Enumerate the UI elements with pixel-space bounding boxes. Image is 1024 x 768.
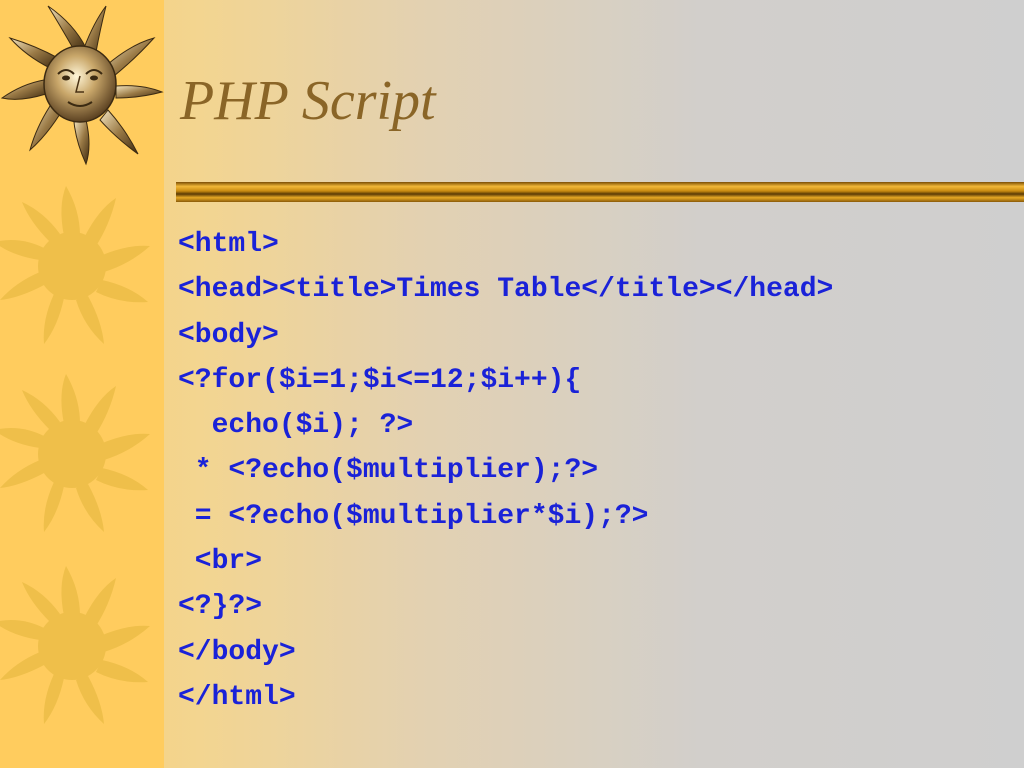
sun-icon xyxy=(0,374,150,532)
code-line: = <?echo($multiplier*$i);?> xyxy=(178,500,649,532)
code-line: <br> xyxy=(178,546,263,578)
code-line: <?for($i=1;$i<=12;$i++){ xyxy=(178,364,582,396)
code-line: </html> xyxy=(178,681,296,713)
code-line: <body> xyxy=(178,319,279,351)
sun-face-icon xyxy=(0,5,164,166)
code-line: <html> xyxy=(178,229,279,260)
sun-icon xyxy=(0,186,150,344)
left-decorative-strip xyxy=(0,0,164,768)
sun-icon xyxy=(0,566,150,724)
slide: PHP Script <html> <head><title>Times Tabl… xyxy=(0,0,1024,768)
code-line: <?}?> xyxy=(178,591,263,623)
code-line: echo($i); ?> xyxy=(178,410,414,442)
slide-title: PHP Script xyxy=(180,70,436,132)
title-divider-bar xyxy=(176,182,1024,202)
code-line: * <?echo($multiplier);?> xyxy=(178,455,599,487)
code-block: <html> <head><title>Times Table</title></… xyxy=(178,222,833,720)
code-line: <head><title>Times Table</title></head> xyxy=(178,274,834,306)
code-line: </body> xyxy=(178,636,296,668)
